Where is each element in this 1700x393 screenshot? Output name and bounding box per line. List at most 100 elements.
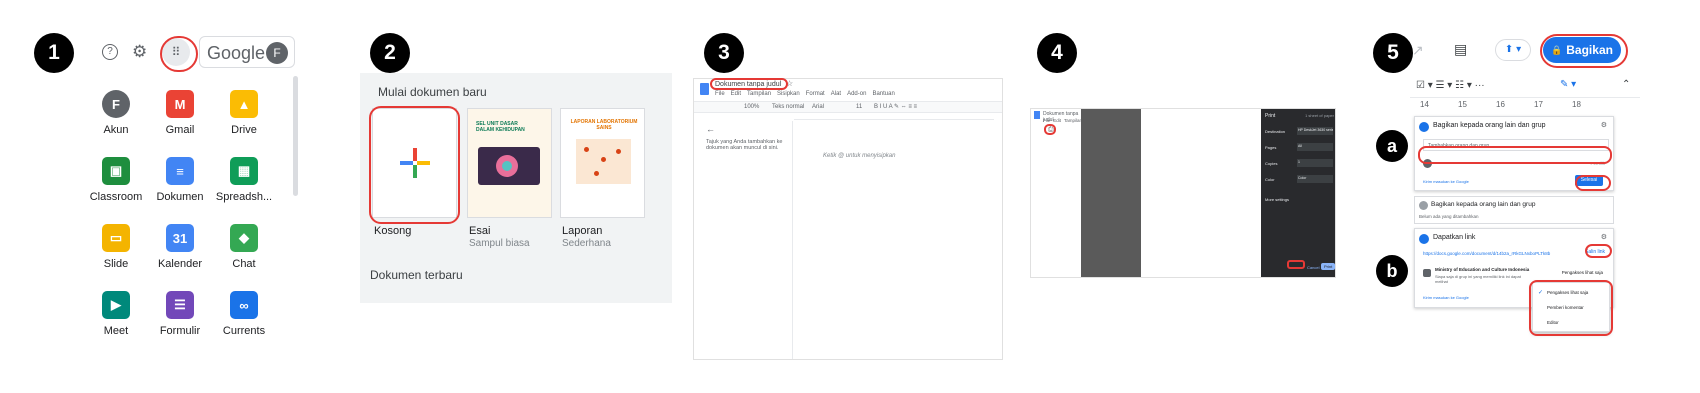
zoom-select[interactable]: 100%: [744, 104, 759, 110]
ruler-number: 17: [1534, 100, 1543, 109]
edit-mode-icon[interactable]: ✎ ▾: [1560, 79, 1576, 90]
app-slides[interactable]: ▭ Slide: [81, 224, 151, 270]
outline-back-icon[interactable]: ←: [706, 124, 715, 134]
docs-icon-small: [1034, 111, 1040, 119]
ruler-numbers: 14 15 16 17 18: [1410, 99, 1640, 111]
slides-icon: ▭: [102, 224, 130, 252]
print-setting-value[interactable]: 1: [1297, 159, 1333, 167]
ruler-number: 15: [1458, 100, 1467, 109]
print-setting-value[interactable]: All: [1297, 143, 1333, 151]
present-button[interactable]: ⬆ ▾: [1495, 39, 1531, 61]
app-sheets[interactable]: ▦ Spreadsh...: [209, 157, 279, 203]
menu-item[interactable]: Sisipkan: [777, 91, 800, 97]
print-button[interactable]: Print: [1321, 263, 1335, 270]
print-preview-page: [1141, 109, 1261, 277]
template-report[interactable]: LAPORAN LABORATORIUM SAINS: [560, 108, 645, 218]
account-icon: F: [102, 90, 130, 118]
step-badge-2: 2: [370, 33, 410, 73]
google-logo: Google: [207, 43, 266, 63]
print-dialog-panel: Dokumen tanpa judul File Edit Tampilan ⎙ P…: [1030, 108, 1336, 278]
docs-icon: [700, 83, 709, 95]
app-label: Slide: [103, 258, 129, 270]
app-label: Kalender: [157, 258, 203, 270]
blank-document-panel: Dokumen tanpa judul ☆ File Edit Tampilan Si…: [693, 78, 1003, 360]
menu-item[interactable]: Bantuan: [872, 91, 894, 97]
feedback-link-2[interactable]: Kirim masukan ke Google: [1423, 295, 1469, 300]
chat-icon: ◆: [230, 224, 258, 252]
app-chat[interactable]: ◆ Chat: [209, 224, 279, 270]
highlight-share-button: [1540, 34, 1628, 68]
app-label: Spreadsh...: [215, 191, 273, 203]
settings-icon-2[interactable]: ⚙: [1601, 233, 1607, 241]
drive-icon: ▲: [230, 90, 258, 118]
cancel-button[interactable]: Cancel: [1307, 265, 1319, 270]
highlight-apps-grid: [160, 36, 198, 72]
style-select[interactable]: Teks normal: [772, 104, 804, 110]
app-label: Dokumen: [156, 191, 204, 203]
app-label: Gmail: [165, 124, 195, 136]
menu-item[interactable]: Edit: [731, 91, 741, 97]
help-icon[interactable]: ?: [102, 44, 118, 60]
ruler-number: 18: [1572, 100, 1581, 109]
app-meet[interactable]: ▶ Meet: [81, 291, 151, 337]
step-badge-a: a: [1376, 130, 1408, 162]
menu-bar: File Edit Tampilan Sisipkan Format Alat Add-on…: [715, 91, 895, 97]
font-size[interactable]: 11: [856, 104, 862, 110]
app-label: Meet: [103, 325, 129, 337]
template-essay[interactable]: SEL UNIT DASAR DALAM KEHIDUPAN: [467, 108, 552, 218]
menu-item[interactable]: Tampilan: [1064, 118, 1082, 123]
activity-icon[interactable]: ↗: [1412, 42, 1424, 59]
app-classroom[interactable]: ▣ Classroom: [81, 157, 151, 203]
template-report-sub: Sederhana: [562, 238, 611, 249]
feedback-link[interactable]: Kirim masukan ke Google: [1423, 179, 1469, 184]
app-currents[interactable]: ∞ Currents: [209, 291, 279, 337]
menu-item[interactable]: Format: [806, 91, 825, 97]
more-settings[interactable]: More settings: [1265, 197, 1289, 202]
link-url: https://docs.google.com/document/d/14b2a…: [1423, 251, 1551, 256]
doc-area: Dokumen tanpa judul File Edit Tampilan ⎙: [1031, 109, 1082, 277]
highlight-copy-link: [1585, 244, 1612, 258]
scrollbar[interactable]: [293, 76, 298, 196]
essay-image: [478, 147, 540, 185]
template-essay-label: Esai: [469, 225, 491, 237]
print-setting-label: Copies: [1265, 161, 1278, 166]
format-buttons[interactable]: B I U A ✎ ⇔ ≡ ≡: [874, 103, 917, 110]
app-drive[interactable]: ▲ Drive: [209, 90, 279, 136]
highlight-blank-template: [369, 106, 460, 224]
dimmed-overlay: [1081, 109, 1141, 277]
template-report-label: Laporan: [562, 225, 603, 237]
menu-item[interactable]: Tampilan: [747, 91, 771, 97]
app-label: Drive: [231, 124, 257, 136]
access-role-select[interactable]: Pengakses lihat saja: [1562, 270, 1603, 275]
ruler-number: 14: [1420, 100, 1429, 109]
print-setting-value[interactable]: HP DeskJet 3630 series: [1297, 127, 1333, 135]
share-dialog-secondary: Bagikan kepada orang lain dan grup Belum…: [1414, 196, 1614, 224]
link-icon: [1419, 234, 1429, 244]
app-gmail[interactable]: M Gmail: [145, 90, 215, 136]
google-account-box[interactable]: Google F: [199, 36, 295, 68]
app-label: Chat: [232, 258, 256, 270]
print-title: Print: [1265, 113, 1276, 119]
print-setting-value[interactable]: Color: [1297, 175, 1333, 183]
app-account[interactable]: F Akun: [81, 90, 151, 136]
app-forms[interactable]: ☰ Formulir: [145, 291, 215, 337]
menu-item[interactable]: File: [715, 91, 725, 97]
app-calendar[interactable]: 31 Kalender: [145, 224, 215, 270]
app-docs[interactable]: ≡ Dokumen: [145, 157, 215, 203]
collapse-icon[interactable]: ⌃: [1622, 79, 1630, 90]
app-label: Formulir: [159, 325, 201, 337]
settings-icon[interactable]: ⚙: [1601, 121, 1607, 129]
highlight-add-people: [1418, 146, 1612, 164]
document-page[interactable]: Ketik @ untuk menyisipkan: [792, 121, 1002, 359]
gallery-heading: Mulai dokumen baru: [378, 85, 487, 99]
comment-icon[interactable]: ▤: [1454, 41, 1467, 58]
menu-item[interactable]: Edit: [1053, 118, 1061, 123]
menu-item[interactable]: File: [1043, 118, 1050, 123]
settings-gear-icon[interactable]: ⚙: [132, 42, 147, 62]
print-setting-label: Color: [1265, 177, 1275, 182]
report-title: LAPORAN LABORATORIUM SAINS: [570, 119, 638, 131]
font-select[interactable]: Arial: [812, 104, 824, 110]
menu-item[interactable]: Alat: [831, 91, 841, 97]
menu-item[interactable]: Add-on: [847, 91, 866, 97]
outline-hint: Tajuk yang Anda tambahkan ke dokumen aka…: [706, 139, 783, 151]
